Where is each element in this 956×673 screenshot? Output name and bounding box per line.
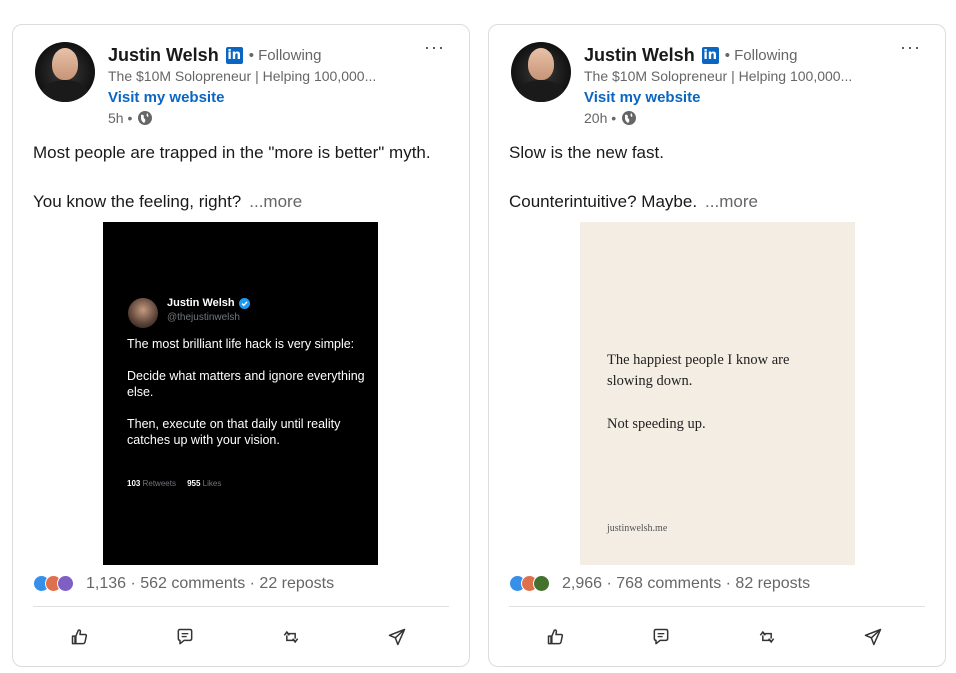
post-image-quote[interactable]: The happiest people I know are slowing d… [580, 222, 855, 565]
post-text-line-2: Counterintuitive? Maybe. ...more [509, 192, 758, 212]
linkedin-premium-icon: in [225, 46, 243, 64]
tweet-retweets-label: Retweets [142, 479, 176, 488]
thumbs-up-icon [547, 629, 564, 645]
tweet-likes-count: 955 [187, 479, 201, 488]
more-options-button[interactable]: ··· [900, 37, 921, 58]
quote-url: justinwelsh.me [607, 523, 668, 534]
author-avatar[interactable] [35, 42, 95, 102]
author-headline: The $10M Solopreneur | Helping 100,000..… [108, 68, 377, 84]
divider [33, 606, 449, 607]
send-icon [388, 628, 406, 646]
repost-icon [759, 630, 775, 644]
author-name[interactable]: Justin Welsh [584, 45, 695, 66]
author-avatar[interactable] [511, 42, 571, 102]
tweet-paragraph-3: Then, execute on that daily until realit… [127, 417, 341, 447]
globe-icon [138, 111, 153, 125]
see-more-link[interactable]: ...more [249, 192, 302, 211]
tweet-handle: @thejustinwelsh [167, 312, 240, 323]
comment-icon [177, 628, 193, 645]
following-status: • Following [248, 46, 322, 64]
repost-button[interactable] [753, 623, 781, 651]
send-icon [864, 628, 882, 646]
comment-button[interactable] [171, 623, 199, 651]
post-text-line-2: You know the feeling, right? ...more [33, 192, 302, 212]
avatar-shirt [41, 80, 89, 102]
post-text-line-1: Most people are trapped in the "more is … [33, 143, 431, 162]
like-button[interactable] [66, 623, 94, 651]
verified-icon [238, 297, 250, 309]
divider [509, 606, 925, 607]
thumbs-up-icon [71, 629, 88, 645]
like-button[interactable] [542, 623, 570, 651]
post-text-content: Counterintuitive? Maybe. [509, 192, 698, 211]
feed-post-1: Justin Welsh in • Following The $10M Sol… [12, 24, 470, 667]
post-text-content: You know the feeling, right? [33, 192, 242, 211]
social-counts[interactable]: 2,966 · 768 comments · 82 reposts [509, 574, 810, 594]
post-actions [13, 623, 469, 651]
quote-line-2: slowing down. [607, 373, 693, 389]
linkedin-premium-icon: in [701, 46, 719, 64]
following-status: • Following [724, 46, 798, 64]
tweet-retweets-count: 103 [127, 479, 141, 488]
comment-icon [653, 628, 669, 645]
tweet-paragraph-1: The most brilliant life hack is very sim… [127, 337, 355, 351]
reaction-icons [509, 574, 559, 594]
post-time: 5h • [108, 110, 133, 126]
post-time: 20h • [584, 110, 617, 126]
send-button[interactable] [383, 623, 411, 651]
post-text-line-1: Slow is the new fast. [509, 143, 664, 162]
repost-icon [283, 630, 299, 644]
see-more-link[interactable]: ...more [705, 192, 758, 211]
avatar-head [52, 48, 78, 80]
tweet-author-name: Justin Welsh [167, 297, 235, 309]
post-actions [489, 623, 945, 651]
quote-line-1: The happiest people I know are [607, 352, 790, 368]
feed-post-2: Justin Welsh in • Following The $10M Sol… [488, 24, 946, 667]
visit-website-link[interactable]: Visit my website [584, 89, 700, 106]
social-counts-text[interactable]: 1,136 · 562 comments · 22 reposts [86, 575, 334, 593]
reaction-icons [33, 574, 83, 594]
post-image-tweet[interactable]: Justin Welsh @thejustinwelsh The most br… [103, 222, 378, 565]
comment-button[interactable] [647, 623, 675, 651]
more-options-button[interactable]: ··· [424, 37, 445, 58]
author-name[interactable]: Justin Welsh [108, 45, 219, 66]
tweet-likes-label: Likes [202, 479, 222, 488]
tweet-body: The most brilliant life hack is very sim… [127, 336, 367, 464]
social-counts[interactable]: 1,136 · 562 comments · 22 reposts [33, 574, 334, 594]
insightful-reaction-icon [533, 575, 550, 592]
social-counts-text[interactable]: 2,966 · 768 comments · 82 reposts [562, 575, 810, 593]
tweet-author: Justin Welsh [167, 297, 250, 309]
author-row: Justin Welsh in • Following [108, 44, 321, 66]
tweet-avatar [128, 298, 158, 328]
repost-button[interactable] [277, 623, 305, 651]
tweet-paragraph-2: Decide what matters and ignore everythin… [127, 369, 365, 399]
visit-website-link[interactable]: Visit my website [108, 89, 224, 106]
author-row: Justin Welsh in • Following [584, 44, 797, 66]
globe-icon [622, 111, 637, 125]
avatar-shirt [517, 80, 565, 102]
send-button[interactable] [859, 623, 887, 651]
avatar-head [528, 48, 554, 80]
tweet-stats: 103 Retweets 955 Likes [127, 479, 221, 488]
quote-line-3: Not speeding up. [607, 416, 706, 432]
post-meta: 20h • [584, 110, 637, 126]
post-meta: 5h • [108, 110, 153, 126]
support-reaction-icon [57, 575, 74, 592]
author-headline: The $10M Solopreneur | Helping 100,000..… [584, 68, 853, 84]
